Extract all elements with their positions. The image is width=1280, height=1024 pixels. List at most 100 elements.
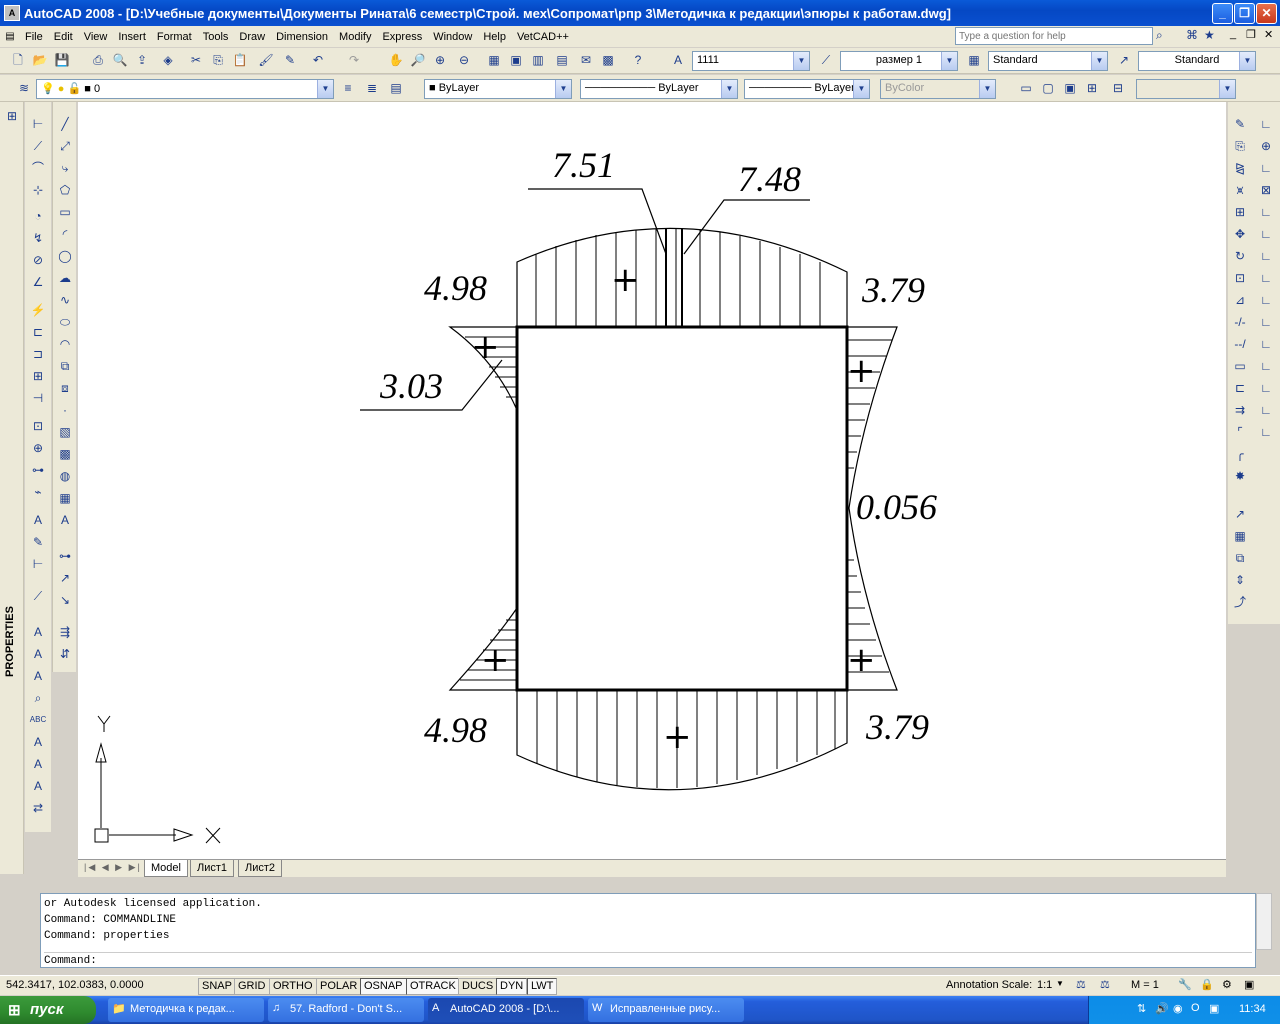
ellipse-arc-icon[interactable]: ◠ — [55, 334, 75, 354]
draworder-icon[interactable]: ↗ — [1230, 504, 1250, 524]
find-icon[interactable]: ⌕ — [28, 688, 48, 708]
design-center-icon[interactable]: ▣ — [506, 50, 526, 70]
add-leader-icon[interactable]: ↗ — [55, 568, 75, 588]
menu-express[interactable]: Express — [377, 31, 428, 43]
color-select[interactable]: ■ ByLayer ▼ — [424, 79, 572, 99]
block-editor-icon[interactable]: ✎ — [280, 50, 300, 70]
circle-icon[interactable]: ◯ — [55, 246, 75, 266]
ucs-face-icon[interactable]: ⊠ — [1256, 180, 1276, 200]
chamfer-icon[interactable]: ⌜ — [1230, 422, 1250, 442]
tray-settings-icon[interactable]: ⚙ — [1222, 978, 1232, 991]
quick-dim-icon[interactable]: ⚡ — [28, 300, 48, 320]
menu-edit[interactable]: Edit — [49, 31, 79, 43]
doc-restore-button[interactable]: ❐ — [1246, 28, 1256, 41]
table-style-select[interactable]: Standard ▼ — [988, 51, 1108, 71]
collect-leaders-icon[interactable]: ⇵ — [55, 644, 75, 664]
drawing-canvas[interactable]: 7.51 7.48 4.98 3.79 3.03 0.056 4.98 3.79… — [78, 102, 1226, 859]
table-icon[interactable]: ▦ — [55, 488, 75, 508]
send-back-icon[interactable]: ⇕ — [1230, 570, 1250, 590]
point-icon[interactable]: · — [55, 400, 75, 420]
help-search-input[interactable] — [955, 27, 1153, 45]
text-style-icon[interactable]: A — [668, 50, 688, 70]
communication-center-icon[interactable]: ⌘ — [1186, 28, 1198, 42]
region-icon[interactable]: ◍ — [55, 466, 75, 486]
annotation-visibility-icon[interactable]: ⚖ — [1076, 978, 1086, 991]
ucs-world-icon[interactable]: ⊕ — [1256, 136, 1276, 156]
insert-block-icon[interactable]: ⧉ — [55, 356, 75, 376]
opera-icon[interactable]: O — [1191, 1002, 1200, 1014]
toggle-osnap[interactable]: OSNAP — [360, 978, 407, 995]
mirror-icon[interactable]: ⧎ — [1230, 158, 1250, 178]
sheet-set-icon[interactable]: ▤ — [552, 50, 572, 70]
ucs-object-icon[interactable]: ∟ — [1256, 202, 1276, 222]
fillet-icon[interactable]: ╭ — [1230, 444, 1250, 464]
clock[interactable]: 11:34 — [1239, 1003, 1266, 1015]
text-style-select[interactable]: 1111 ▼ — [692, 51, 810, 71]
move-icon[interactable]: ✥ — [1230, 224, 1250, 244]
tab-sheet1[interactable]: Лист1 — [190, 860, 235, 877]
layer-manager-icon[interactable]: ≋ — [14, 78, 34, 98]
table-grid-icon[interactable]: ▦ — [1230, 526, 1250, 546]
wrench-icon[interactable]: 🔧 — [1178, 978, 1192, 991]
ucs-named2-icon[interactable]: ∟ — [1256, 422, 1276, 442]
antivirus-icon[interactable]: ◉ — [1173, 1002, 1183, 1015]
task-item-word[interactable]: W Исправленные рису... — [588, 998, 744, 1022]
zoom-window-icon[interactable]: ⊕ — [430, 50, 450, 70]
mleader-style-icon[interactable]: ↗ — [1114, 50, 1134, 70]
new-file-icon[interactable]: 🗋 — [8, 50, 28, 70]
doc-close-button[interactable]: ✕ — [1264, 28, 1273, 41]
toggle-ortho[interactable]: ORTHO — [269, 978, 317, 995]
ucs-previous-icon[interactable]: ∟ — [1256, 158, 1276, 178]
search-icon[interactable]: ⌕ — [1156, 28, 1163, 43]
array-icon[interactable]: ⊞ — [1230, 202, 1250, 222]
construction-line-icon[interactable]: ⤢ — [55, 136, 75, 156]
lineweight-select[interactable]: ──────── ByLayer ▼ — [744, 79, 870, 99]
doc-minimize-button[interactable]: _ — [1230, 28, 1236, 40]
mleader-style-select[interactable]: Standard ▼ — [1138, 51, 1256, 71]
scale-icon[interactable]: ⊡ — [1230, 268, 1250, 288]
3d-dwf-icon[interactable]: ◈ — [158, 50, 178, 70]
lock-icon[interactable]: 🔒 — [1200, 978, 1214, 991]
multiline-text-icon[interactable]: A — [55, 510, 75, 530]
copy-icon[interactable]: ⎘ — [208, 50, 228, 70]
ordinate-dim-icon[interactable]: ⊹ — [28, 180, 48, 200]
tab-model[interactable]: Model — [144, 860, 188, 877]
print-preview-icon[interactable]: 🔍 — [110, 50, 130, 70]
arc-length-icon[interactable]: ⌒ — [28, 158, 48, 178]
menu-dimension[interactable]: Dimension — [271, 31, 334, 43]
menu-tools[interactable]: Tools — [198, 31, 235, 43]
volume-icon[interactable]: 🔊 — [1155, 1002, 1169, 1015]
make-block-icon[interactable]: ⧈ — [55, 378, 75, 398]
viewport-polygonal-icon[interactable]: ▢ — [1038, 78, 1058, 98]
make-current-layer-icon[interactable]: ≡ — [338, 78, 358, 98]
undo-icon[interactable]: ↶ — [308, 50, 328, 70]
align-leaders-icon[interactable]: ⇶ — [55, 622, 75, 642]
bring-above-icon[interactable]: ⤴ — [1230, 592, 1250, 612]
viewport-convert-icon[interactable]: ▣ — [1060, 78, 1080, 98]
viewport-scale-icon[interactable]: ⊟ — [1108, 78, 1128, 98]
diameter-dim-icon[interactable]: ⊘ — [28, 250, 48, 270]
network-icon[interactable]: ⇅ — [1137, 1002, 1146, 1015]
spell-check-icon[interactable]: ABC — [28, 710, 48, 730]
toggle-polar[interactable]: POLAR — [316, 978, 362, 995]
properties-icon[interactable]: ▦ — [484, 50, 504, 70]
table-style-icon[interactable]: ▦ — [964, 50, 984, 70]
linetype-select[interactable]: ───────── ByLayer ▼ — [580, 79, 738, 99]
annotation-autoscale-icon[interactable]: ⚖ — [1100, 978, 1110, 991]
favorites-star-icon[interactable]: ★ — [1204, 28, 1215, 42]
hatch-icon[interactable]: ▧ — [55, 422, 75, 442]
trim-icon[interactable]: -/- — [1230, 312, 1250, 332]
mtext-icon[interactable]: A — [28, 622, 48, 642]
viewport-clip-icon[interactable]: ⊞ — [1082, 78, 1102, 98]
aligned-dim-icon[interactable]: ⟋ — [28, 136, 48, 156]
zoom-realtime-icon[interactable]: 🔎 — [408, 50, 428, 70]
polyline-icon[interactable]: ⤷ — [55, 158, 75, 178]
print-icon[interactable]: ⎙ — [88, 50, 108, 70]
menu-modify[interactable]: Modify — [334, 31, 377, 43]
paste-icon[interactable]: 📋 — [230, 50, 250, 70]
save-icon[interactable]: 💾 — [52, 50, 72, 70]
convert-space-icon[interactable]: ⇄ — [28, 798, 48, 818]
match-properties-icon[interactable]: 🖌 — [256, 50, 276, 70]
palette-icon[interactable]: ⊞ — [2, 106, 22, 126]
cut-icon[interactable]: ✂ — [186, 50, 206, 70]
